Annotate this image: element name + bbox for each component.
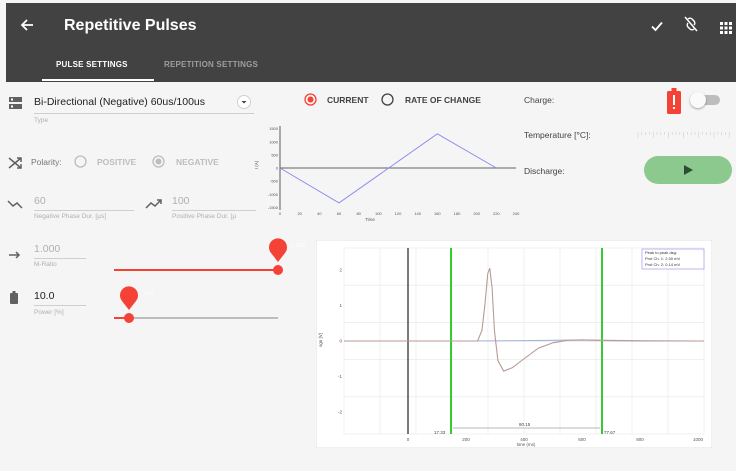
radio-positive[interactable] bbox=[74, 155, 87, 173]
power-slider-track[interactable] bbox=[114, 317, 278, 319]
arrow-back-icon[interactable] bbox=[20, 16, 34, 36]
power-input[interactable]: 10.0 bbox=[34, 290, 54, 302]
tab-repetition-settings[interactable]: REPETITION SETTINGS bbox=[164, 60, 258, 69]
oscilloscope-capture: 17.33 80.15 77.67 0 200 400 600 800 1000210-1… bbox=[316, 240, 712, 448]
app-bar: Repetitive Pulses bbox=[6, 3, 736, 49]
current-chart-x-tick: 20 bbox=[297, 211, 302, 216]
play-icon bbox=[684, 165, 693, 175]
positive-phase-input[interactable]: 100 bbox=[172, 195, 190, 207]
current-chart-x-tick: 100 bbox=[375, 211, 382, 216]
radio-current-label: CURRENT bbox=[327, 95, 369, 105]
scope-x-tick: 600 bbox=[578, 437, 586, 442]
tab-pulse-settings[interactable]: PULSE SETTINGS bbox=[56, 60, 128, 69]
radio-rate-of-change[interactable] bbox=[381, 93, 394, 111]
cursor-a-readout: 17.33 bbox=[434, 430, 446, 435]
negative-phase-input[interactable]: 60 bbox=[34, 195, 46, 207]
tab-bar: PULSE SETTINGS REPETITION SETTINGS bbox=[6, 49, 736, 82]
pulse-type-icon bbox=[9, 96, 22, 114]
current-chart-x-tick: 160 bbox=[434, 211, 441, 216]
charge-toggle[interactable] bbox=[690, 92, 706, 108]
negative-phase-icon bbox=[7, 196, 23, 214]
polarity-label: Polarity: bbox=[31, 157, 62, 167]
m-ratio-underline bbox=[34, 258, 86, 259]
check-icon[interactable] bbox=[650, 17, 664, 37]
positive-phase-icon bbox=[145, 196, 163, 214]
scope-legend: Peak to peak dsg: Prot Ch. 1: 2.00 mV Pr… bbox=[641, 248, 705, 270]
current-chart-x-tick: 240 bbox=[513, 211, 520, 216]
pulse-type-select[interactable]: Bi-Directional (Negative) 60us/100us bbox=[34, 96, 205, 108]
current-chart-x-tick: 220 bbox=[493, 211, 500, 216]
m-ratio-slider-thumb[interactable] bbox=[273, 265, 283, 275]
discharge-label: Discharge: bbox=[524, 166, 565, 176]
radio-rate-of-change-label: RATE OF CHANGE bbox=[405, 95, 481, 105]
scope-y-tick: -1 bbox=[338, 374, 342, 379]
scope-legend-entry-1: Prot Ch. 1: 2.00 mV bbox=[645, 256, 680, 261]
current-chart-xlabel: Time bbox=[365, 217, 375, 222]
current-waveform-chart: 0 20 40 60 80 100 120 140 160 180 200 220 240 1500 100… bbox=[254, 126, 520, 222]
power-underline bbox=[34, 305, 86, 306]
shuffle-icon bbox=[8, 156, 22, 174]
radio-negative-label: NEGATIVE bbox=[176, 157, 219, 167]
scope-x-tick: 1000 bbox=[693, 437, 704, 442]
temperature-gauge bbox=[637, 132, 730, 138]
pulse-type-underline bbox=[34, 113, 254, 114]
current-chart-x-tick: 40 bbox=[317, 211, 322, 216]
current-chart-x-tick: 200 bbox=[473, 211, 480, 216]
chevron-down-icon[interactable] bbox=[237, 95, 251, 114]
m-ratio-input[interactable]: 1.000 bbox=[34, 243, 60, 255]
temperature-label: Temperature [°C]: bbox=[524, 130, 591, 140]
battery-alert-icon bbox=[667, 88, 681, 119]
scope-xlabel: time (ms) bbox=[517, 442, 536, 447]
charge-label: Charge: bbox=[524, 95, 555, 105]
radio-negative[interactable] bbox=[152, 155, 165, 173]
scope-x-tick: 200 bbox=[462, 437, 470, 442]
cursor-span-readout: 80.15 bbox=[519, 422, 531, 427]
scope-ylabel: sgn [V] bbox=[318, 333, 323, 347]
current-chart-x-tick: 80 bbox=[356, 211, 361, 216]
current-chart-x-tick: 0 bbox=[279, 211, 282, 216]
power-slider-thumb[interactable] bbox=[124, 313, 134, 323]
current-chart-x-tick: 140 bbox=[414, 211, 421, 216]
cursor-b-readout: 77.67 bbox=[604, 430, 616, 435]
scope-legend-title: Peak to peak dsg: bbox=[645, 250, 677, 255]
negative-phase-hint: Negative Phase Dur. [µs] bbox=[34, 213, 107, 220]
apps-grid-icon[interactable] bbox=[720, 18, 732, 38]
pulse-type-hint: Type bbox=[34, 117, 49, 124]
radio-positive-label: POSITIVE bbox=[97, 157, 137, 167]
tab-indicator bbox=[42, 79, 154, 81]
radio-current[interactable] bbox=[304, 93, 317, 111]
page-title: Repetitive Pulses bbox=[64, 17, 197, 34]
arrow-right-icon bbox=[8, 246, 22, 264]
link-off-icon[interactable] bbox=[683, 15, 699, 37]
discharge-button[interactable] bbox=[644, 156, 732, 184]
current-chart-y-tick: 500 bbox=[271, 152, 278, 157]
m-ratio-slider-track[interactable] bbox=[114, 269, 278, 271]
negative-phase-underline bbox=[34, 210, 134, 211]
scope-x-tick: 800 bbox=[636, 437, 644, 442]
battery-icon bbox=[10, 291, 18, 309]
positive-phase-hint: Positive Phase Dur. [µ bbox=[172, 213, 237, 220]
power-hint: Power [%] bbox=[34, 309, 64, 316]
current-chart-y-tick: 1500 bbox=[269, 126, 279, 131]
m-ratio-value-pin: 1.000 bbox=[268, 236, 305, 262]
current-chart-x-tick: 60 bbox=[337, 211, 342, 216]
m-ratio-hint: M-Ratio bbox=[34, 261, 57, 268]
scope-y-tick: -2 bbox=[338, 410, 342, 415]
positive-phase-underline bbox=[172, 210, 256, 211]
current-chart-x-tick: 120 bbox=[395, 211, 402, 216]
current-chart-y-tick: 0 bbox=[276, 166, 279, 171]
app-window: Repetitive Pulses PULSE SETTINGS REPETIT… bbox=[0, 0, 736, 471]
current-chart-y-tick: -1000 bbox=[268, 192, 279, 197]
current-chart-y-tick: 1000 bbox=[269, 139, 279, 144]
scope-legend-entry-2: Prot Ch. 2: 0.14 mV bbox=[645, 262, 680, 267]
current-chart-ylabel: I (A) bbox=[254, 160, 259, 169]
current-chart-y-tick: -500 bbox=[270, 179, 279, 184]
current-chart-y-tick: -1500 bbox=[268, 205, 279, 210]
power-value-pin: 10.0 bbox=[119, 284, 154, 310]
current-chart-x-tick: 180 bbox=[454, 211, 461, 216]
